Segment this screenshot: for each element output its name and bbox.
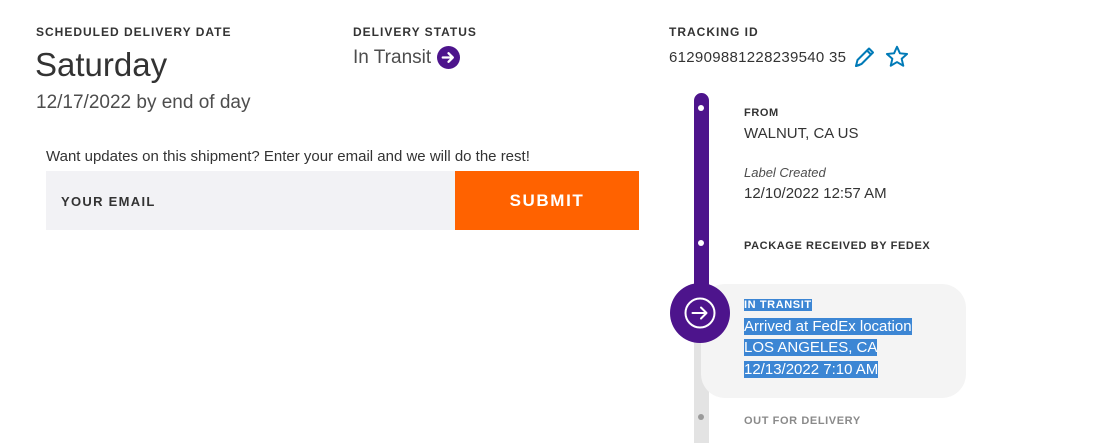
timeline-dot [698, 414, 704, 420]
arrow-right-circle-icon [683, 296, 717, 330]
label-created-value: 12/10/2022 12:57 AM [744, 185, 887, 202]
current-step-city: LOS ANGELES, CA [744, 339, 878, 356]
current-step-timestamp: 12/13/2022 7:10 AM [744, 361, 879, 378]
tracking-number: 612909881228239540 35 [669, 48, 847, 66]
delivery-day: Saturday [35, 46, 168, 83]
timeline-dot [698, 240, 704, 246]
tracking-id-row: 612909881228239540 35 [669, 44, 910, 70]
delivery-status: In Transit [353, 46, 461, 69]
timeline-progress-rail [694, 93, 709, 308]
star-icon[interactable] [884, 44, 910, 70]
pencil-icon[interactable] [852, 44, 876, 70]
delivery-status-value: In Transit [353, 46, 432, 68]
current-step-marker [670, 283, 730, 343]
timeline-dot [698, 105, 704, 111]
delivery-status-label: DELIVERY STATUS [353, 25, 477, 39]
current-step-location-line: Arrived at FedEx location [744, 318, 912, 335]
delivery-date-line: 12/17/2022 by end of day [36, 92, 251, 113]
package-received-label: PACKAGE RECEIVED BY FEDEX [744, 240, 931, 252]
tracking-id-label: TRACKING ID [669, 25, 759, 39]
scheduled-delivery-label: SCHEDULED DELIVERY DATE [36, 25, 232, 39]
submit-button[interactable]: SUBMIT [455, 171, 639, 230]
label-created-label: Label Created [744, 165, 826, 180]
from-value: WALNUT, CA US [744, 125, 859, 142]
out-for-delivery-label: OUT FOR DELIVERY [744, 415, 861, 427]
arrow-right-circle-icon [437, 46, 461, 69]
updates-prompt: Want updates on this shipment? Enter you… [46, 148, 530, 165]
email-input[interactable]: YOUR EMAIL [46, 171, 455, 230]
from-label: FROM [744, 107, 779, 119]
email-placeholder: YOUR EMAIL [61, 194, 156, 209]
current-step-label: IN TRANSIT [744, 299, 812, 311]
